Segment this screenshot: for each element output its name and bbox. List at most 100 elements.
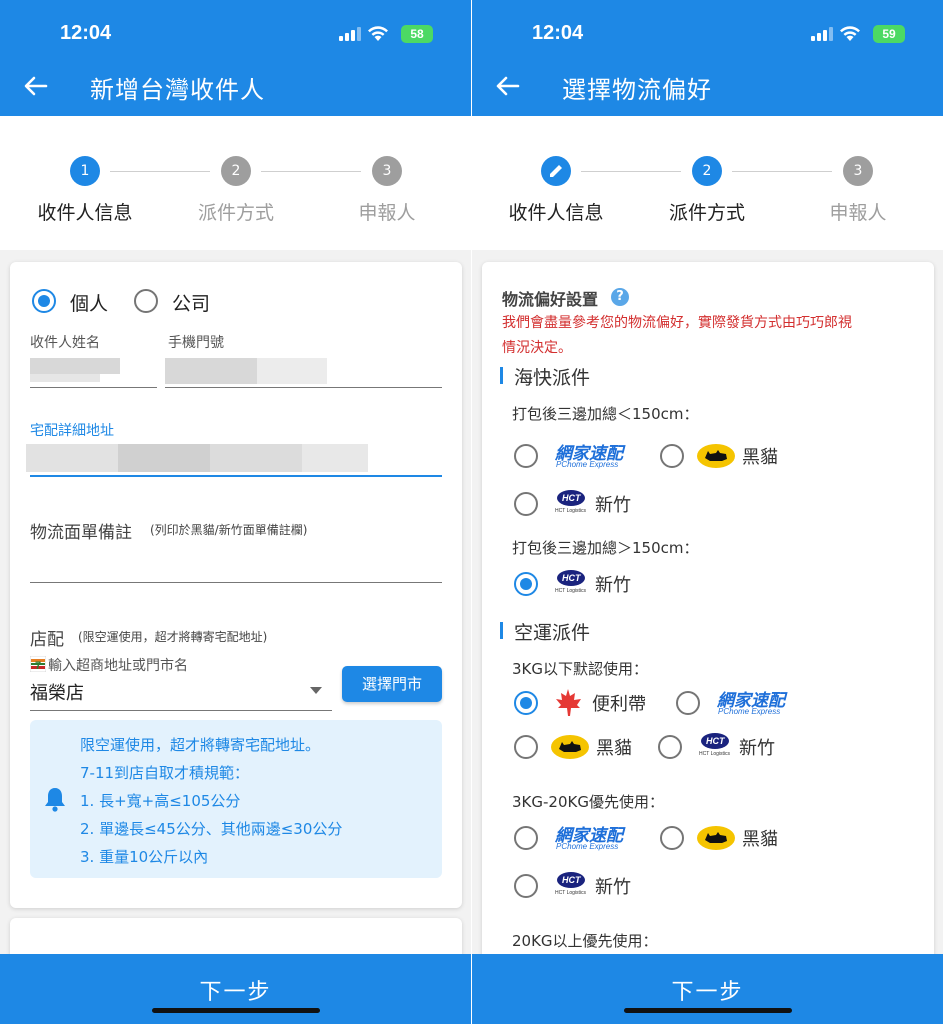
battery-indicator: 59: [873, 25, 905, 43]
radio-air-hct[interactable]: [658, 735, 682, 759]
back-arrow-icon[interactable]: [494, 72, 522, 100]
hct-logo-icon: HCT HCT Logistics: [555, 570, 587, 594]
name-field[interactable]: [30, 354, 157, 388]
radio-air-mid-hct[interactable]: [514, 874, 538, 898]
step-3-circle: 3: [843, 156, 873, 186]
wifi-icon: [840, 26, 860, 41]
hct-logo-icon: HCT HCT Logistics: [555, 490, 587, 514]
svg-text:HCT Logistics: HCT Logistics: [699, 751, 731, 757]
bell-icon: [45, 788, 65, 812]
radio-company[interactable]: [134, 289, 158, 313]
store-info-box: 限空運使用，超才將轉寄宅配地址。 7-11到店自取才積規範： 1. 長+寬+高≤…: [30, 720, 442, 878]
air-rule-under-3kg: 3KG以下默認使用：: [512, 660, 649, 678]
select-store-button[interactable]: 選擇門市: [342, 666, 442, 702]
radio-air-convenience[interactable]: [514, 691, 538, 715]
radio-air-mid-pchome[interactable]: [514, 826, 538, 850]
info-line: 7-11到店自取才積規範：: [80, 764, 250, 782]
status-bar: 12:04 59: [472, 0, 943, 56]
svg-text:HCT Logistics: HCT Logistics: [555, 508, 587, 514]
dropdown-arrow-icon[interactable]: [310, 687, 322, 695]
hct-label: 新竹: [595, 575, 631, 596]
preference-note: 我們會盡量參考您的物流偏好，實際發貨方式由巧巧郎視: [502, 315, 852, 331]
remark-field-underline: [30, 582, 442, 583]
black-cat-logo-icon: [697, 444, 735, 468]
hct-logo-icon: HCT HCT Logistics: [555, 872, 587, 896]
radio-air-mid-black-cat[interactable]: [660, 826, 684, 850]
radio-individual[interactable]: [32, 289, 56, 313]
hct-label: 新竹: [739, 738, 775, 759]
phone-field-label: 手機門號: [168, 335, 224, 351]
step-1-label: 收件人信息: [37, 202, 133, 224]
help-icon[interactable]: ?: [611, 288, 629, 306]
radio-sea-large-hct[interactable]: [514, 572, 538, 596]
step-1-circle: 1: [70, 156, 100, 186]
step-2-circle: 2: [221, 156, 251, 186]
page-title: 選擇物流偏好: [562, 76, 712, 104]
page-title: 新增台灣收件人: [90, 76, 265, 104]
preference-title: 物流偏好設置: [502, 290, 599, 309]
step-2-circle: 2: [692, 156, 722, 186]
step-1-done: [541, 156, 571, 186]
radio-air-pchome[interactable]: [676, 691, 700, 715]
svg-text:HCT: HCT: [706, 736, 726, 746]
next-step-button[interactable]: 下一步: [0, 974, 471, 1006]
wifi-icon: [368, 26, 388, 41]
svg-text:HCT: HCT: [562, 573, 582, 583]
status-time: 12:04: [532, 22, 584, 44]
store-section-label: 店配: [30, 630, 64, 650]
black-cat-label: 黑貓: [742, 447, 778, 468]
svg-text:HCT: HCT: [562, 875, 582, 885]
air-rule-3-20kg: 3KG-20KG優先使用：: [512, 793, 664, 811]
hct-label: 新竹: [595, 877, 631, 898]
radio-sea-black-cat[interactable]: [660, 444, 684, 468]
pencil-icon: [550, 165, 562, 177]
pchome-express-logo: 網家速配 PChome Express: [555, 444, 623, 469]
store-input[interactable]: 福榮店: [30, 679, 84, 705]
svg-text:HCT Logistics: HCT Logistics: [555, 588, 587, 594]
remark-field-label: 物流面單備註: [30, 523, 132, 543]
maple-leaf-icon: [556, 689, 581, 716]
logistics-preference-card: 物流偏好設置 ? 我們會盡量參考您的物流偏好，實際發貨方式由巧巧郎視 情況決定。…: [482, 262, 934, 982]
step-3-label: 申報人: [358, 202, 416, 224]
phone-field[interactable]: [165, 354, 442, 388]
info-line: 3. 重量10公斤以內: [80, 848, 209, 866]
sea-freight-title: 海快派件: [500, 363, 590, 390]
left-screen: 12:04 58 新增台灣收件人 1 2 3 收件人信息 派件方式 申報人 個人…: [0, 0, 471, 1024]
black-cat-label: 黑貓: [596, 738, 632, 759]
status-bar: 12:04 58: [0, 0, 471, 56]
info-line: 2. 單邊長≤45公分、其他兩邊≤30公分: [80, 820, 343, 838]
radio-air-black-cat[interactable]: [514, 735, 538, 759]
radio-sea-pchome[interactable]: [514, 444, 538, 468]
radio-sea-hct[interactable]: [514, 492, 538, 516]
step-3-label: 申報人: [829, 202, 887, 224]
step-connector: [110, 171, 210, 172]
pchome-express-logo: 網家速配 PChome Express: [555, 826, 623, 851]
remark-field[interactable]: [30, 546, 442, 582]
back-arrow-icon[interactable]: [22, 72, 50, 100]
app-bar: 新增台灣收件人: [0, 56, 471, 116]
step-connector: [581, 171, 681, 172]
step-2-label: 派件方式: [197, 202, 274, 224]
pchome-express-logo: 網家速配 PChome Express: [717, 691, 785, 716]
recipient-form-card: 個人 公司 收件人姓名 手機門號 宅配詳細地址 物流面單備註 (列印於黑貓/新竹…: [10, 262, 462, 908]
home-indicator: [624, 1008, 792, 1013]
cellular-signal-icon: [339, 27, 361, 41]
home-indicator: [152, 1008, 320, 1013]
cellular-signal-icon: [811, 27, 833, 41]
black-cat-logo-icon: [697, 826, 735, 850]
battery-indicator: 58: [401, 25, 433, 43]
convenience-label: 便利帶: [592, 694, 646, 715]
phone-field-underline: [165, 387, 442, 388]
hct-logo-icon: HCT HCT Logistics: [699, 733, 731, 757]
black-cat-label: 黑貓: [742, 829, 778, 850]
step-connector: [732, 171, 832, 172]
step-3-circle: 3: [372, 156, 402, 186]
address-field-label: 宅配詳細地址: [30, 423, 114, 439]
address-field[interactable]: [26, 444, 442, 474]
sea-rule-over-150: 打包後三邊加總＞150cm：: [512, 539, 699, 557]
bottom-bar: 下一步: [0, 954, 471, 1024]
next-step-button[interactable]: 下一步: [472, 974, 943, 1006]
status-time: 12:04: [60, 22, 112, 44]
seven-eleven-icon: 7: [30, 656, 46, 672]
black-cat-logo-icon: [551, 735, 589, 759]
